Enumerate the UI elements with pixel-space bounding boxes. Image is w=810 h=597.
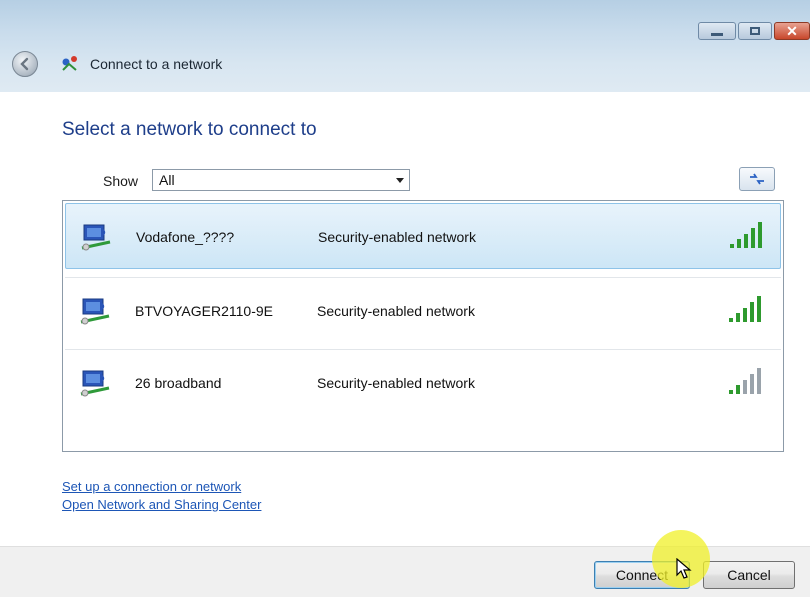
minimize-icon bbox=[711, 32, 723, 36]
signal-strength-icon bbox=[730, 222, 762, 248]
network-name: 26 broadband bbox=[135, 375, 222, 391]
window-title: Connect to a network bbox=[90, 56, 223, 72]
setup-connection-link[interactable]: Set up a connection or network bbox=[62, 479, 241, 494]
network-security: Security-enabled network bbox=[317, 303, 475, 319]
network-name: BTVOYAGER2110-9E bbox=[135, 303, 273, 319]
wireless-network-icon bbox=[80, 298, 110, 325]
chevron-down-icon bbox=[391, 170, 409, 190]
back-button[interactable] bbox=[12, 51, 38, 77]
minimize-button[interactable] bbox=[698, 22, 736, 40]
close-icon: ✕ bbox=[786, 23, 798, 39]
network-wizard-icon bbox=[62, 56, 77, 71]
window-title-bar: ✕ Connect to a network bbox=[0, 0, 810, 92]
show-filter-value: All bbox=[159, 172, 175, 188]
close-button[interactable]: ✕ bbox=[774, 22, 810, 40]
back-arrow-icon bbox=[20, 57, 29, 71]
page-heading: Select a network to connect to bbox=[62, 119, 317, 140]
cancel-button[interactable]: Cancel bbox=[703, 561, 795, 589]
wireless-network-icon bbox=[80, 370, 110, 397]
refresh-icon bbox=[750, 173, 764, 185]
maximize-button[interactable] bbox=[738, 22, 772, 40]
network-security: Security-enabled network bbox=[317, 375, 475, 391]
network-security: Security-enabled network bbox=[318, 229, 476, 245]
network-list: Vodafone_???? Security-enabled network B… bbox=[62, 200, 784, 452]
wireless-network-icon bbox=[81, 224, 111, 251]
window-controls: ✕ bbox=[698, 22, 810, 40]
signal-strength-icon bbox=[729, 296, 761, 322]
network-row[interactable]: 26 broadband Security-enabled network bbox=[65, 349, 781, 415]
maximize-icon bbox=[750, 27, 760, 35]
refresh-button[interactable] bbox=[739, 167, 775, 191]
show-filter-label: Show bbox=[103, 173, 139, 189]
network-sharing-center-link[interactable]: Open Network and Sharing Center bbox=[62, 497, 261, 512]
dialog-content: Select a network to connect to Show All … bbox=[0, 92, 810, 546]
network-row[interactable]: BTVOYAGER2110-9E Security-enabled networ… bbox=[65, 277, 781, 343]
show-filter-dropdown[interactable]: All bbox=[152, 169, 410, 191]
signal-strength-icon bbox=[729, 368, 761, 394]
network-row[interactable]: Vodafone_???? Security-enabled network bbox=[65, 203, 781, 269]
network-name: Vodafone_???? bbox=[136, 229, 235, 245]
mouse-pointer-icon bbox=[676, 558, 692, 579]
